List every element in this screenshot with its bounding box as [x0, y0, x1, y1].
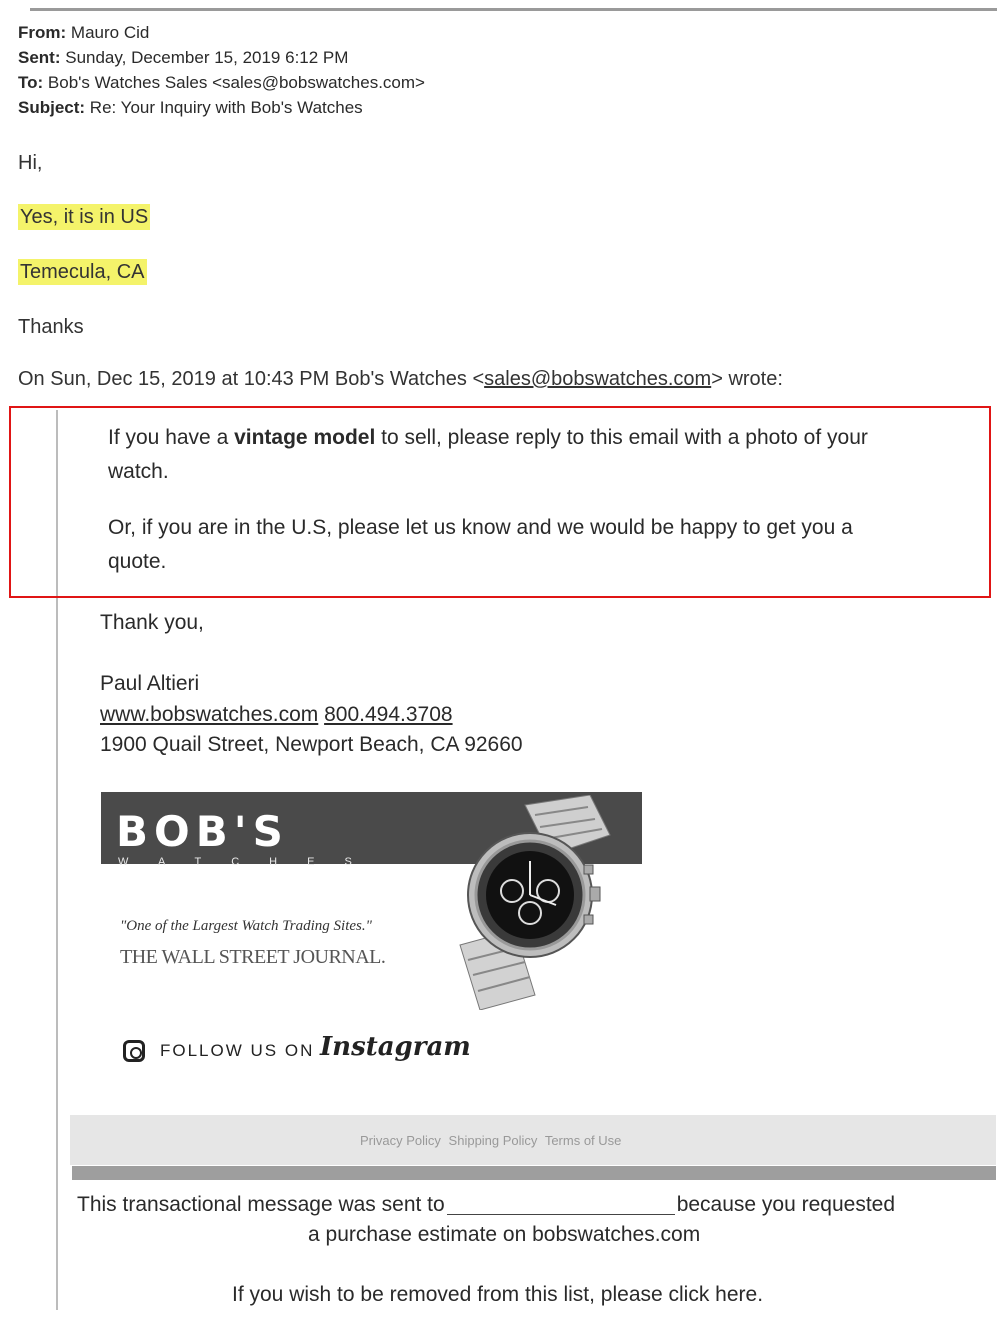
reply-closing: Thanks — [18, 316, 84, 338]
top-divider — [30, 8, 997, 11]
quoted-p2-line1: Or, if you are in the U.S, please let us… — [108, 516, 853, 539]
signature-name: Paul Altieri — [100, 672, 200, 695]
from-label: From: — [18, 23, 67, 42]
footer-stripe — [72, 1166, 996, 1180]
quoted-paragraph-2: Or, if you are in the U.S, please let us… — [108, 511, 978, 579]
subject-label: Subject: — [18, 98, 86, 117]
signature-address: 1900 Quail Street, Newport Beach, CA 926… — [100, 733, 523, 756]
attribution-text: On Sun, Dec 15, 2019 at 10:43 PM Bob's W… — [18, 368, 485, 390]
brand-logo: BOB'S — [116, 807, 289, 856]
unsubscribe-link[interactable]: If you wish to be removed from this list… — [232, 1283, 763, 1307]
transactional-notice-line2: a purchase estimate on bobswatches.com — [308, 1223, 701, 1246]
quoted-p1-line2: watch. — [108, 460, 169, 483]
footer-links: Privacy Policy Shipping Policy Terms of … — [360, 1133, 625, 1148]
brand-subtitle: WATCHES — [118, 856, 382, 868]
to-label: To: — [18, 73, 44, 92]
terms-of-use-link[interactable]: Terms of Use — [545, 1133, 622, 1148]
header-sent: Sent: Sunday, December 15, 2019 6:12 PM — [18, 47, 348, 69]
redacted-email — [446, 1196, 675, 1215]
quoted-paragraph-1: If you have a vintage model to sell, ple… — [108, 421, 978, 489]
notice-post: because you requested — [676, 1193, 896, 1216]
p1-post: to sell, please reply to this email with… — [375, 426, 868, 449]
from-value: Mauro Cid — [70, 23, 150, 42]
greeting: Hi, — [18, 152, 43, 174]
quote-attribution: On Sun, Dec 15, 2019 at 10:43 PM Bob's W… — [18, 368, 783, 391]
subject-value: Re: Your Inquiry with Bob's Watches — [89, 98, 363, 117]
website-link[interactable]: www.bobswatches.com — [100, 703, 318, 726]
watch-image — [459, 795, 611, 1010]
header-from: From: Mauro Cid — [18, 22, 149, 44]
to-value: Bob's Watches Sales <sales@bobswatches.c… — [47, 73, 425, 92]
reply-line-2: Temecula, CA — [18, 259, 147, 285]
highlighted-text: Temecula, CA — [18, 259, 147, 285]
highlighted-text: Yes, it is in US — [18, 204, 151, 230]
reply-line-1: Yes, it is in US — [18, 204, 151, 230]
email-link[interactable]: sales@bobswatches.com — [484, 368, 711, 390]
shipping-policy-link[interactable]: Shipping Policy — [449, 1133, 538, 1148]
signature-contact: www.bobswatches.com 800.494.3708 — [100, 703, 453, 727]
p1-bold: vintage model — [234, 426, 376, 449]
signoff: Thank you, — [100, 611, 204, 634]
quoted-p2-line2: quote. — [108, 550, 167, 573]
instagram-wordmark[interactable]: Instagram — [320, 1032, 471, 1062]
attribution-text-end: > wrote: — [711, 368, 783, 390]
sent-value: Sunday, December 15, 2019 6:12 PM — [65, 48, 349, 67]
sent-label: Sent: — [18, 48, 61, 67]
privacy-policy-link[interactable]: Privacy Policy — [360, 1133, 441, 1148]
quoted-p1-line1: If you have a vintage model to sell, ple… — [108, 421, 978, 455]
transactional-notice: This transactional message was sent to be… — [77, 1193, 895, 1217]
banner-tagline: "One of the Largest Watch Trading Sites.… — [120, 918, 372, 934]
follow-label[interactable]: FOLLOW US ON — [160, 1041, 314, 1061]
phone-link[interactable]: 800.494.3708 — [324, 703, 452, 726]
notice-pre: This transactional message was sent to — [77, 1193, 445, 1216]
instagram-icon[interactable] — [123, 1040, 145, 1062]
header-subject: Subject: Re: Your Inquiry with Bob's Wat… — [18, 97, 363, 119]
banner-source: THE WALL STREET JOURNAL. — [120, 946, 386, 968]
header-to: To: Bob's Watches Sales <sales@bobswatch… — [18, 72, 425, 94]
p1-pre: If you have a — [108, 426, 235, 449]
